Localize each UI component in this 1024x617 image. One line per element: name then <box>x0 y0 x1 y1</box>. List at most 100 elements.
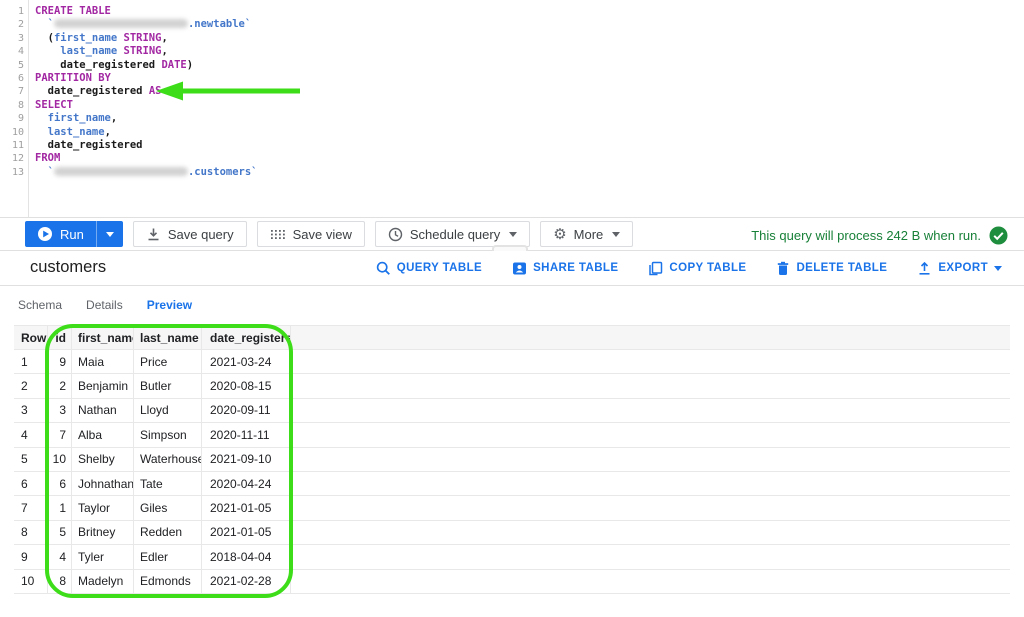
code-token: DATE <box>161 59 186 71</box>
cell: Johnathan <box>72 472 134 495</box>
redacted-project-id <box>54 167 188 176</box>
cell: 3 <box>48 399 72 422</box>
code-token <box>35 139 48 151</box>
cell: 7 <box>48 423 72 446</box>
code-token: date_registered <box>48 85 143 97</box>
code-text: date_registered AS <box>35 85 161 98</box>
code-text: SELECT <box>35 99 73 112</box>
cell: 2020-11-11 <box>202 423 291 446</box>
column-header: date_registered <box>202 326 291 349</box>
line-number: 7 <box>0 85 24 98</box>
cell: Shelby <box>72 448 134 471</box>
cell: 2020-09-11 <box>202 399 291 422</box>
cell: 7 <box>14 496 48 519</box>
cell: 2 <box>48 374 72 397</box>
code-token: STRING <box>124 45 162 57</box>
delete-table-button[interactable]: DELETE TABLE <box>776 261 887 276</box>
cell: 8 <box>14 521 48 544</box>
row-filler <box>291 326 1010 349</box>
code-token: SELECT <box>35 99 73 111</box>
sql-editor[interactable]: 1CREATE TABLE2 `.newtable`3 (first_name … <box>0 0 1024 217</box>
code-token: ( <box>35 32 54 44</box>
search-icon <box>376 261 391 276</box>
share-table-button[interactable]: SHARE TABLE <box>512 261 618 276</box>
table-row: 66JohnathanTate2020-04-24 <box>14 472 1010 496</box>
play-icon <box>37 226 53 242</box>
cell: Nathan <box>72 399 134 422</box>
code-token <box>35 112 48 124</box>
line-number: 11 <box>0 139 24 152</box>
share-table-label: SHARE TABLE <box>533 262 618 274</box>
code-text: CREATE TABLE <box>35 5 111 18</box>
table-row: 94TylerEdler2018-04-04 <box>14 545 1010 569</box>
run-button[interactable]: Run <box>25 221 123 247</box>
tab-schema[interactable]: Schema <box>18 298 62 312</box>
code-text: date_registered DATE) <box>35 59 193 72</box>
chevron-down-icon <box>612 232 620 237</box>
cell: 8 <box>48 570 72 593</box>
code-token <box>35 85 48 97</box>
table-header-bar: customers QUERY TABLE SHARE TABLE <box>0 251 1024 285</box>
cell: Edler <box>134 545 202 568</box>
code-token <box>35 45 60 57</box>
cell: Benjamin <box>72 374 134 397</box>
code-token: FROM <box>35 152 60 164</box>
code-token: , <box>111 112 117 124</box>
code-token: date_registered <box>48 139 143 151</box>
table-row: 108MadelynEdmonds2021-02-28 <box>14 570 1010 594</box>
table-row: 71TaylorGiles2021-01-05 <box>14 496 1010 520</box>
query-table-button[interactable]: QUERY TABLE <box>376 261 482 276</box>
code-token: .newtable` <box>188 18 251 30</box>
copy-icon <box>648 261 663 276</box>
code-line: 5 date_registered DATE) <box>0 59 1024 72</box>
chevron-down-icon <box>994 266 1002 271</box>
code-line: 9 first_name, <box>0 112 1024 125</box>
code-token: first_name <box>54 32 117 44</box>
run-dropdown[interactable] <box>96 221 123 247</box>
line-number: 1 <box>0 5 24 18</box>
schedule-query-button[interactable]: Schedule query <box>375 221 530 247</box>
export-label: EXPORT <box>938 262 988 274</box>
row-filler <box>291 350 1010 373</box>
code-token: ` <box>35 18 54 30</box>
row-filler <box>291 423 1010 446</box>
row-filler <box>291 374 1010 397</box>
row-filler <box>291 496 1010 519</box>
cell: 10 <box>14 570 48 593</box>
code-token: , <box>161 32 167 44</box>
code-text: (first_name STRING, <box>35 32 168 45</box>
more-button[interactable]: ⚙ More <box>540 221 633 247</box>
more-label: More <box>574 227 604 242</box>
table-row: 22BenjaminButler2020-08-15 <box>14 374 1010 398</box>
column-header: last_name <box>134 326 202 349</box>
row-filler <box>291 472 1010 495</box>
save-query-button[interactable]: Save query <box>133 221 247 247</box>
export-button[interactable]: EXPORT <box>917 261 1002 276</box>
cell: Lloyd <box>134 399 202 422</box>
code-token: .customers` <box>188 166 258 178</box>
editor-divider <box>0 217 1024 218</box>
tab-preview[interactable]: Preview <box>147 298 192 312</box>
cell: Butler <box>134 374 202 397</box>
table-row: 19MaiaPrice2021-03-24 <box>14 350 1010 374</box>
delete-table-label: DELETE TABLE <box>796 262 887 274</box>
table-row: 47AlbaSimpson2020-11-11 <box>14 423 1010 447</box>
cell: 2021-01-05 <box>202 521 291 544</box>
save-view-button[interactable]: Save view <box>257 221 365 247</box>
cell: Simpson <box>134 423 202 446</box>
code-text: first_name, <box>35 112 117 125</box>
bigquery-workspace: 1 CREATE TABLE 2 ` .newtable` 3 (first_name … <box>0 0 1024 617</box>
run-label: Run <box>60 227 84 242</box>
cell: 3 <box>14 399 48 422</box>
cell: 2020-04-24 <box>202 472 291 495</box>
code-token: last_name <box>48 126 105 138</box>
column-header: id <box>48 326 72 349</box>
copy-table-button[interactable]: COPY TABLE <box>648 261 746 276</box>
clock-icon <box>388 227 403 242</box>
schedule-query-label: Schedule query <box>410 227 500 242</box>
tab-details[interactable]: Details <box>86 298 123 312</box>
run-button-main[interactable]: Run <box>25 221 96 247</box>
cell: Taylor <box>72 496 134 519</box>
table-row: 510ShelbyWaterhouse2021-09-10 <box>14 448 1010 472</box>
code-text: FROM <box>35 152 60 165</box>
